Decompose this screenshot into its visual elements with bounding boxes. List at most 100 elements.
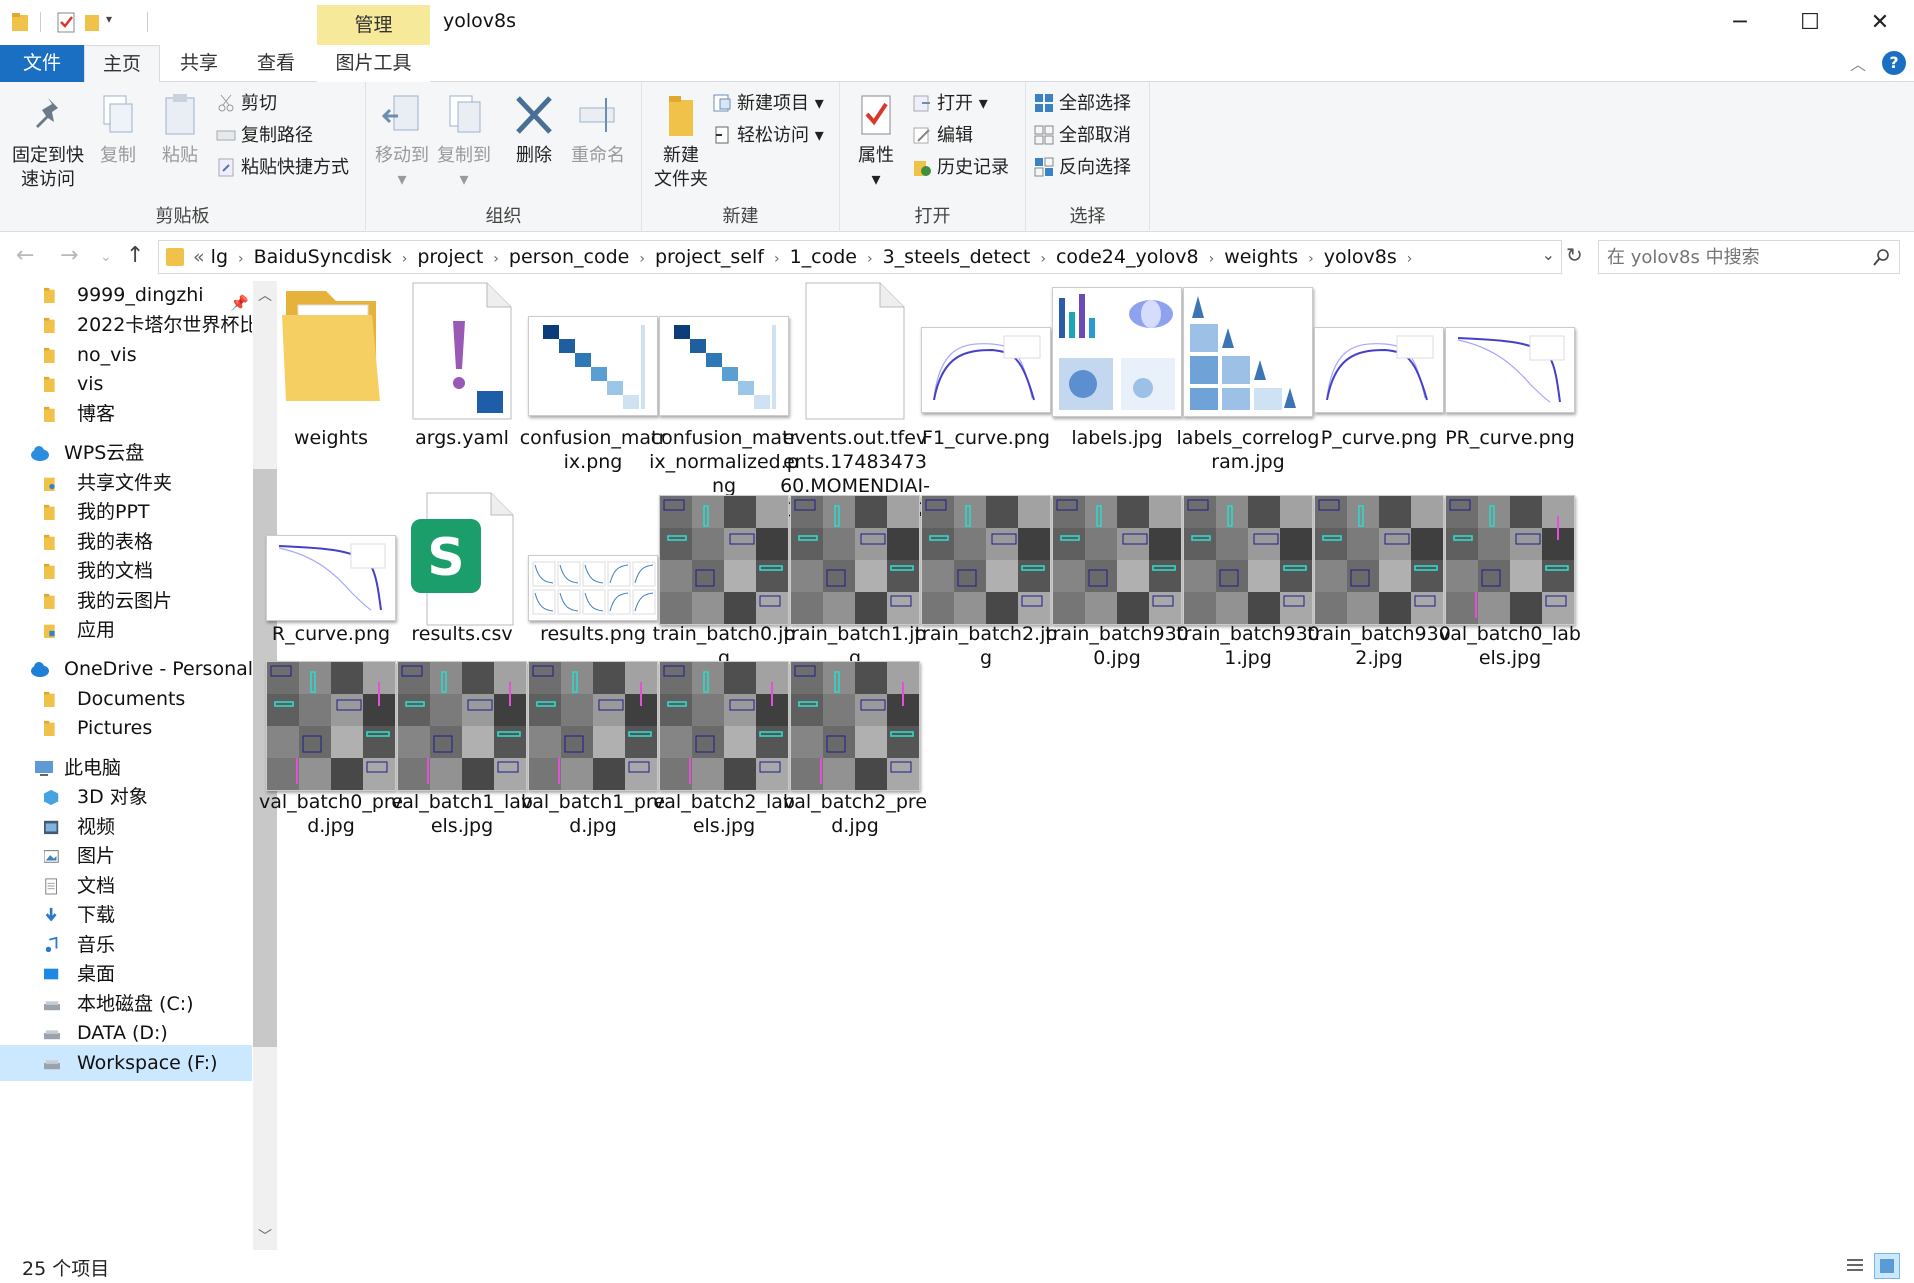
- history-label: 历史记录: [937, 157, 1009, 178]
- copy-button[interactable]: 复制: [94, 92, 142, 168]
- breadcrumb-overflow[interactable]: «: [193, 246, 205, 268]
- details-view-icon[interactable]: [1842, 1253, 1868, 1279]
- file-icon-wrapper: [1042, 281, 1192, 421]
- tab-share[interactable]: 共享: [168, 45, 230, 82]
- breadcrumb-item[interactable]: weights: [1224, 246, 1298, 268]
- search-input[interactable]: [1607, 246, 1857, 268]
- customize-quick-access-icon[interactable]: ▾: [106, 12, 112, 26]
- properties-button[interactable]: 属性 ▾: [850, 92, 902, 192]
- tab-file[interactable]: 文件: [0, 45, 84, 82]
- up-arrow-icon[interactable]: ↑: [126, 243, 144, 268]
- history-button[interactable]: 历史记录: [912, 154, 1009, 182]
- properties-check-icon[interactable]: [56, 10, 78, 34]
- ribbon-tabs: 文件 主页 共享 查看 图片工具 ︿ ?: [0, 45, 1914, 83]
- image-thumbnail: [1445, 495, 1575, 625]
- folder-icon: [166, 248, 184, 266]
- tab-picture-tools[interactable]: 图片工具: [317, 45, 430, 82]
- select-all-icon: [1035, 94, 1053, 112]
- breadcrumb-item[interactable]: code24_yolov8: [1056, 246, 1199, 268]
- back-arrow-icon[interactable]: ←: [16, 243, 34, 268]
- select-all-button[interactable]: 全部选择: [1034, 90, 1131, 118]
- breadcrumb-item[interactable]: project_self: [655, 246, 764, 268]
- paste-icon: [165, 94, 195, 135]
- breadcrumb-chevron-icon[interactable]: ›: [493, 251, 499, 267]
- breadcrumb-chevron-icon[interactable]: ›: [402, 251, 408, 267]
- breadcrumb-item[interactable]: yolov8s: [1324, 246, 1397, 268]
- breadcrumb-chevron-icon[interactable]: ›: [774, 251, 780, 267]
- folder-icon: [44, 691, 55, 707]
- breadcrumb-item[interactable]: BaiduSyncdisk: [254, 246, 392, 268]
- forward-arrow-icon[interactable]: →: [60, 243, 78, 268]
- address-dropdown-chevron-icon[interactable]: ⌄: [1542, 245, 1555, 264]
- new-folder-quick-icon[interactable]: [82, 10, 104, 34]
- maximize-button[interactable]: ☐: [1775, 0, 1845, 45]
- invert-selection-button[interactable]: 反向选择: [1034, 154, 1131, 182]
- paste-button[interactable]: 粘贴: [154, 92, 206, 168]
- file-name: val_batch0_labels.jpg: [1439, 623, 1581, 669]
- search-box[interactable]: [1598, 240, 1900, 274]
- breadcrumb-chevron-icon[interactable]: ›: [867, 251, 873, 267]
- file-name: confusion_matrix.png: [519, 427, 667, 473]
- breadcrumb-chevron-icon[interactable]: ›: [1308, 251, 1314, 267]
- copy-path-button[interactable]: 复制路径: [216, 122, 313, 150]
- breadcrumb-item[interactable]: 3_steels_detect: [883, 246, 1031, 268]
- scroll-down-chevron-icon[interactable]: ﹀: [258, 1226, 272, 1246]
- move-to-button[interactable]: 移动到▾: [372, 92, 432, 192]
- tab-view[interactable]: 查看: [245, 45, 307, 82]
- edit-button[interactable]: 编辑: [912, 122, 973, 150]
- copy-to-icon: [449, 95, 481, 133]
- rename-button[interactable]: 重命名: [568, 92, 628, 168]
- search-icon[interactable]: [1873, 248, 1891, 266]
- collapse-ribbon-icon[interactable]: ︿: [1850, 51, 1866, 75]
- new-item-label: 新建项目: [737, 93, 809, 114]
- sidebar-item[interactable]: 博客: [0, 396, 252, 432]
- breadcrumb-item[interactable]: project: [417, 246, 483, 268]
- delete-button[interactable]: 删除: [512, 92, 556, 168]
- open-label: 打开: [937, 93, 973, 114]
- breadcrumb-chevron-icon[interactable]: ›: [639, 251, 645, 267]
- file-type-icon: [407, 281, 517, 425]
- breadcrumb-chevron-icon[interactable]: ›: [1407, 251, 1413, 267]
- breadcrumb-chevron-icon[interactable]: ›: [1040, 251, 1046, 267]
- folder-icon: [44, 376, 55, 392]
- close-button[interactable]: ✕: [1845, 0, 1914, 45]
- breadcrumb-item[interactable]: 1_code: [790, 246, 857, 268]
- new-folder-button[interactable]: 新建 文件夹: [648, 92, 714, 192]
- sidebar-item[interactable]: 应用: [0, 612, 252, 648]
- easy-access-button[interactable]: 轻松访问 ▾: [712, 122, 824, 150]
- paste-shortcut-button[interactable]: 粘贴快捷方式: [216, 154, 349, 182]
- delete-x-icon: [516, 96, 552, 134]
- breadcrumb-chevron-icon[interactable]: ›: [1209, 251, 1215, 267]
- download-icon: [45, 907, 57, 922]
- pin-label: 固定到快 速访问: [12, 145, 84, 190]
- pin-quick-access-button[interactable]: 固定到快 速访问: [8, 92, 88, 192]
- file-icon-wrapper: [649, 655, 799, 795]
- file-name: labels_correlogram.jpg: [1176, 427, 1320, 473]
- select-none-button[interactable]: 全部取消: [1034, 122, 1131, 150]
- recent-locations-chevron-icon[interactable]: ⌄: [100, 249, 112, 265]
- minimize-button[interactable]: ─: [1705, 0, 1775, 45]
- image-thumbnail: [397, 661, 527, 791]
- open-button[interactable]: 打开 ▾: [912, 90, 988, 118]
- address-bar[interactable]: « lg › BaiduSyncdisk › project › person_code › p…: [158, 240, 1562, 274]
- breadcrumb-chevron-icon[interactable]: ›: [238, 251, 244, 267]
- manage-context-tab[interactable]: 管理: [317, 5, 430, 45]
- refresh-icon[interactable]: ↻: [1566, 243, 1583, 267]
- breadcrumb-item[interactable]: lg: [211, 246, 228, 268]
- file-explorer-window: ▾ 管理 yolov8s ─ ☐ ✕ 文件 主页 共享 查看 图片工具 ︿ ? …: [0, 0, 1914, 1283]
- file-type-icon: [276, 281, 386, 411]
- breadcrumb-item[interactable]: person_code: [509, 246, 629, 268]
- rename-label: 重命名: [571, 145, 625, 166]
- window-title: yolov8s: [443, 10, 517, 32]
- cut-button[interactable]: 剪切: [216, 90, 277, 118]
- file-name: labels.jpg: [1071, 427, 1163, 449]
- image-thumbnail: [266, 535, 396, 621]
- sidebar-item[interactable]: Workspace (F:): [0, 1045, 252, 1081]
- large-icons-view-icon[interactable]: [1874, 1253, 1900, 1279]
- help-icon[interactable]: ?: [1882, 51, 1906, 75]
- tab-home[interactable]: 主页: [84, 45, 160, 83]
- sidebar-item[interactable]: Pictures: [0, 710, 252, 746]
- new-item-button[interactable]: 新建项目 ▾: [712, 90, 824, 118]
- music-icon: [45, 936, 58, 953]
- copy-to-button[interactable]: 复制到▾: [434, 92, 494, 192]
